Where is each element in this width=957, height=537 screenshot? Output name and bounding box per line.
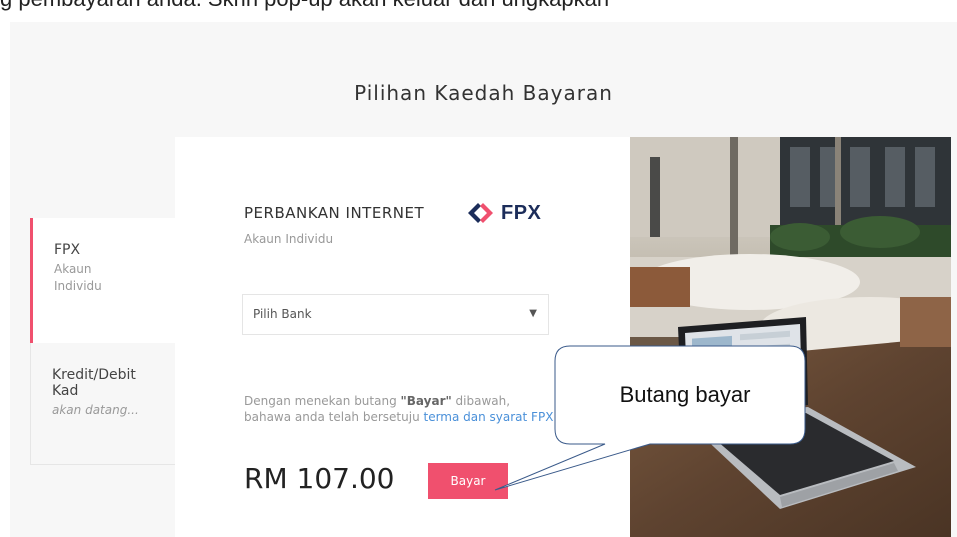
- tab-fpx[interactable]: FPX Akaun Individu: [30, 218, 176, 343]
- terms-prefix: Dengan menekan butang: [244, 394, 401, 408]
- fpx-heading: PERBANKAN INTERNET: [244, 204, 425, 222]
- page-title: Pilihan Kaedah Bayaran: [354, 81, 613, 106]
- terms-notice: Dengan menekan butang "Bayar" dibawah, b…: [244, 393, 554, 425]
- pay-button[interactable]: Bayar: [428, 463, 508, 499]
- caret-down-icon: ▼: [529, 308, 537, 319]
- payment-method-tabs: FPX Akaun Individu Kredit/Debit Kad akan…: [30, 218, 176, 466]
- cafe-laptop-illustration: [630, 137, 951, 537]
- terms-link[interactable]: terma dan syarat FPX: [423, 410, 553, 424]
- cafe-laptop-photo: [630, 137, 951, 537]
- screenshot-stage: g pembayaran anda. Skrin pop-up akan kel…: [0, 0, 957, 537]
- fpx-logo: FPX: [466, 201, 541, 225]
- bank-select-value: Pilih Bank: [253, 307, 312, 321]
- account-type-label: Akaun Individu: [244, 232, 334, 246]
- tab-credit-debit-card[interactable]: Kredit/Debit Kad akan datang...: [30, 343, 176, 465]
- tab-title: FPX: [54, 242, 81, 258]
- fpx-diamond-icon: [468, 203, 493, 223]
- bank-select[interactable]: Pilih Bank ▼: [242, 294, 549, 335]
- top-caption: g pembayaran anda. Skrin pop-up akan kel…: [0, 0, 957, 12]
- payment-amount: RM 107.00: [244, 462, 395, 495]
- terms-button-name: "Bayar": [400, 394, 452, 408]
- tab-subtitle: akan datang...: [52, 403, 139, 417]
- tab-title: Kredit/Debit Kad: [52, 367, 136, 399]
- tab-subtitle: Akaun Individu: [54, 262, 102, 293]
- fpx-payment-card: PERBANKAN INTERNET FPX Akaun Individu Pi…: [175, 137, 630, 537]
- callout-text: Butang bayar: [619, 382, 751, 407]
- fpx-logo-text: FPX: [501, 201, 542, 224]
